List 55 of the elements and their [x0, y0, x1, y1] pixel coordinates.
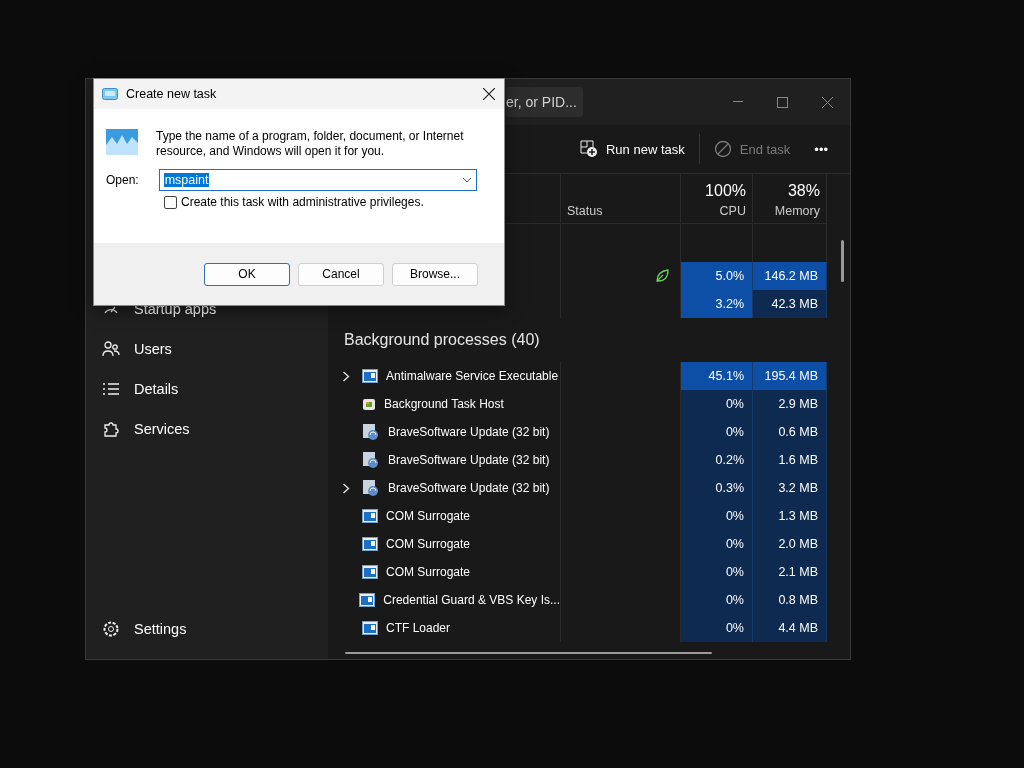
cpu-cell: 0%: [681, 390, 753, 418]
checkbox-label: Create this task with administrative privileges.: [181, 195, 424, 209]
process-name[interactable]: Credential Guard & VBS Key Is...: [328, 586, 561, 614]
process-name[interactable]: BraveSoftware Update (32 bit): [328, 418, 561, 446]
memory-cell: 1.3 MB: [753, 502, 827, 530]
dialog-button[interactable]: Browse...: [392, 262, 478, 286]
memory-cell: 146.2 MB: [753, 262, 827, 290]
process-name[interactable]: COM Surrogate: [328, 530, 561, 558]
memory-cell: 1.6 MB: [753, 446, 827, 474]
cpu-cell: 0%: [681, 558, 753, 586]
cpu-cell: 0%: [681, 530, 753, 558]
cpu-cell: 0%: [681, 586, 753, 614]
process-name[interactable]: BraveSoftware Update (32 bit): [328, 474, 561, 502]
memory-cell: 2.9 MB: [753, 390, 827, 418]
dialog-button[interactable]: Cancel: [298, 262, 384, 286]
process-name[interactable]: Background Task Host: [328, 390, 561, 418]
cpu-cell: 45.1%: [681, 362, 753, 390]
memory-total: 38%: [787, 182, 820, 200]
memory-cell: 4.4 MB: [753, 614, 827, 642]
dialog-title: Create new task: [126, 87, 217, 101]
column-header[interactable]: Memory: [774, 204, 820, 218]
cpu-cell: 0%: [681, 502, 753, 530]
sidebar-item[interactable]: Users: [86, 329, 328, 369]
dialog-button[interactable]: OK: [204, 262, 290, 286]
cpu-cell: 0%: [681, 418, 753, 446]
cpu-cell: 0.2%: [681, 446, 753, 474]
open-label: Open:: [106, 173, 139, 187]
section-heading: Background processes (40): [343, 330, 541, 350]
sidebar-item[interactable]: Details: [86, 369, 328, 409]
cpu-cell: 3.2%: [681, 290, 753, 318]
run-new-task-button[interactable]: Run new task: [570, 131, 695, 167]
cpu-total: 100%: [705, 182, 746, 200]
more-button[interactable]: •••: [804, 131, 838, 167]
memory-cell: 195.4 MB: [753, 362, 827, 390]
cpu-cell: 5.0%: [681, 262, 753, 290]
cpu-cell: 0.3%: [681, 474, 753, 502]
memory-cell: 3.2 MB: [753, 474, 827, 502]
instruction-text: Type the name of a program, folder, document, or Internet resource, and Windows will open it for you.: [156, 129, 465, 159]
column-header[interactable]: Status: [567, 204, 603, 218]
sidebar-item[interactable]: Services: [86, 409, 328, 449]
memory-cell: 0.6 MB: [753, 418, 827, 446]
memory-cell: 42.3 MB: [753, 290, 827, 318]
memory-cell: 2.0 MB: [753, 530, 827, 558]
process-name[interactable]: CTF Loader: [328, 614, 561, 642]
settings-item[interactable]: Settings: [86, 609, 328, 649]
process-name[interactable]: BraveSoftware Update (32 bit): [328, 446, 561, 474]
process-name[interactable]: Antimalware Service Executable: [328, 362, 561, 390]
memory-cell: 0.8 MB: [753, 586, 827, 614]
column-header[interactable]: CPU: [719, 204, 746, 218]
search-field[interactable]: er, or PID...: [506, 87, 583, 117]
memory-cell: 2.1 MB: [753, 558, 827, 586]
process-name[interactable]: COM Surrogate: [328, 502, 561, 530]
open-field[interactable]: mspaint: [158, 169, 477, 191]
process-name[interactable]: COM Surrogate: [328, 558, 561, 586]
cpu-cell: 0%: [681, 614, 753, 642]
